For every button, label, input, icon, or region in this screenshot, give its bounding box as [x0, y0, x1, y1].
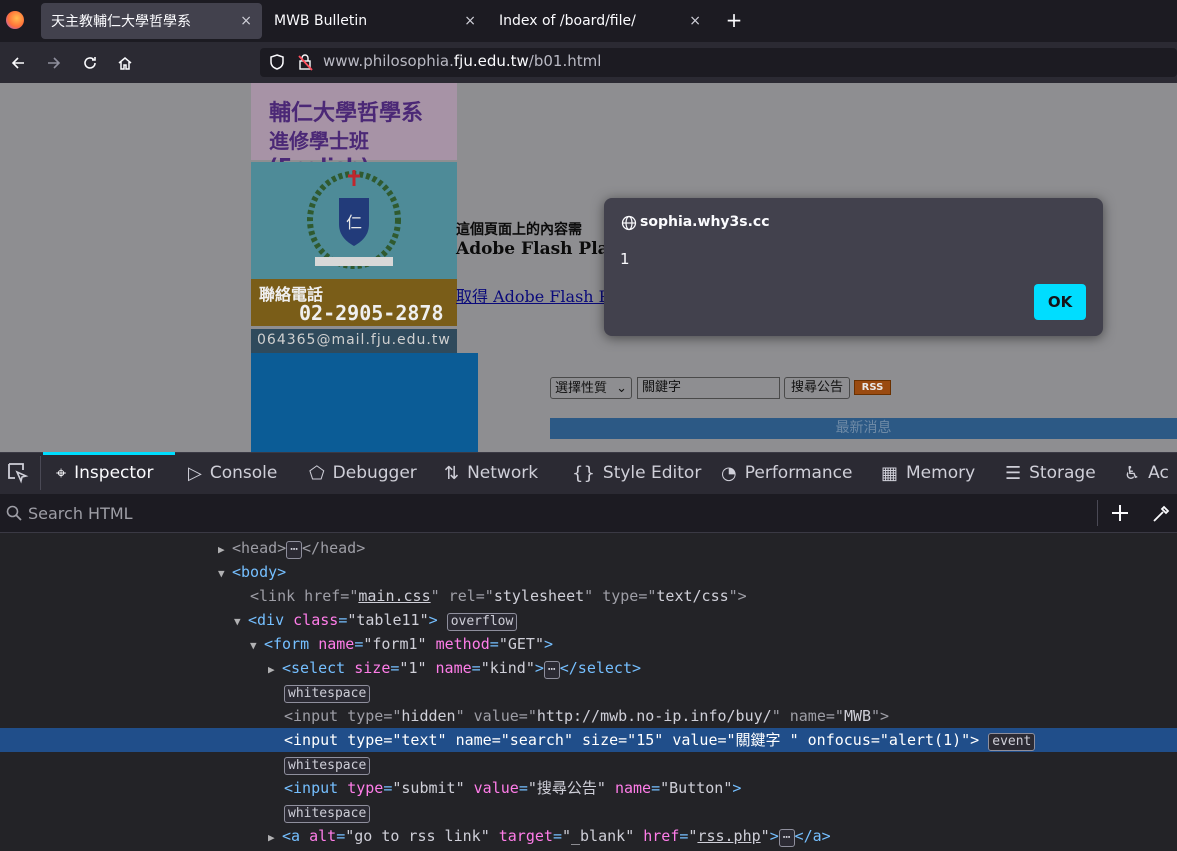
tab-network[interactable]: ⇅ Network — [444, 452, 538, 494]
tab-label: Index of /board/file/ — [499, 13, 636, 29]
accessibility-icon: ♿ — [1124, 462, 1141, 484]
expand-arrow-icon[interactable]: ▶ — [268, 826, 282, 850]
collapse-arrow-icon[interactable]: ▼ — [250, 634, 264, 658]
home-button[interactable] — [112, 50, 138, 76]
collapse-arrow-icon[interactable]: ▼ — [234, 610, 248, 634]
markup-tree: ▶ <head> ⋯ </head> ▼ <body> <link href="main… — [0, 533, 1177, 851]
tab-index-board-file[interactable]: Index of /board/file/ × — [489, 3, 711, 39]
element-picker-button[interactable] — [6, 461, 30, 489]
rss-badge[interactable]: RSS — [854, 380, 891, 395]
tree-node-div-table11[interactable]: ▼ <div class="table11"> overflow — [0, 608, 1177, 632]
ok-button[interactable]: OK — [1034, 284, 1086, 320]
element-picker-icon — [8, 463, 29, 484]
firefox-icon[interactable] — [6, 11, 24, 29]
phone-number: 02-2905-2878 — [299, 301, 444, 325]
tree-node-input-submit[interactable]: <input type="submit" value="搜尋公告" name="… — [0, 776, 1177, 800]
expand-arrow-icon[interactable]: ▶ — [268, 658, 282, 682]
close-icon[interactable]: × — [464, 13, 476, 29]
tab-debugger[interactable]: ⬠ Debugger — [309, 452, 417, 494]
inspector-icon: ⌖ — [56, 462, 67, 484]
tree-node-form[interactable]: ▼ <form name="form1" method="GET"> — [0, 632, 1177, 656]
search-input-value: 關鍵字 — [642, 380, 682, 395]
new-tab-button[interactable]: + — [724, 8, 744, 32]
search-button[interactable]: 搜尋公告 — [784, 377, 850, 399]
kind-select-value: 選擇性質 — [555, 381, 608, 396]
insecure-lock-icon[interactable] — [296, 53, 314, 75]
close-icon[interactable]: × — [689, 13, 701, 29]
chevron-down-icon: ⌄ — [616, 381, 627, 396]
tree-node-input-search-selected[interactable]: <input type="text" name="search" size="1… — [0, 728, 1177, 752]
ellipsis-badge[interactable]: ⋯ — [543, 661, 560, 679]
back-button[interactable] — [5, 50, 31, 76]
globe-icon — [621, 215, 637, 235]
get-flash-link[interactable]: 取得 Adobe Flash P — [456, 283, 609, 307]
search-html-input[interactable]: Search HTML — [28, 504, 133, 523]
console-icon: ▷ — [188, 462, 202, 484]
reload-button[interactable] — [77, 50, 103, 76]
network-icon: ⇅ — [444, 462, 460, 484]
email-text: 064365@mail.fju.edu.tw — [257, 332, 451, 348]
tab-performance[interactable]: ◔ Performance — [721, 452, 852, 494]
tab-console[interactable]: ▷ Console — [188, 452, 277, 494]
dialog-origin: sophia.why3s.cc — [640, 214, 770, 230]
svg-text:仁: 仁 — [346, 213, 362, 232]
flash-name: Adobe Flash Play — [456, 239, 619, 259]
performance-icon: ◔ — [721, 462, 737, 484]
search-input[interactable]: 關鍵字 — [637, 377, 780, 399]
ellipsis-badge[interactable]: ⋯ — [778, 829, 795, 847]
html-search-row — [0, 494, 1177, 533]
close-icon[interactable]: × — [240, 13, 252, 29]
banner: 輔仁大學哲學系 進修學士班(English) — [251, 83, 457, 178]
style-editor-icon: {} — [572, 462, 595, 484]
email-box: 064365@mail.fju.edu.tw — [251, 329, 457, 353]
tree-node-whitespace[interactable]: whitespace — [0, 752, 1177, 776]
arrow-right-icon — [48, 57, 61, 69]
tab-style-editor[interactable]: {} Style Editor — [572, 452, 701, 494]
kind-select[interactable]: 選擇性質 ⌄ — [550, 377, 632, 399]
tab-mwb-bulletin[interactable]: MWB Bulletin × — [264, 3, 486, 39]
tree-node-select[interactable]: ▶ <select size="1" name="kind"> ⋯ </select> — [0, 656, 1177, 680]
arrow-left-icon — [11, 57, 24, 69]
tab-label: 天主教輔仁大學哲學系 — [51, 14, 191, 30]
expand-arrow-icon[interactable]: ▶ — [218, 538, 232, 562]
home-icon — [118, 57, 132, 70]
tree-node-link[interactable]: <link href="main.css" rel="stylesheet" t… — [0, 584, 1177, 608]
overflow-badge[interactable]: overflow — [446, 613, 518, 631]
alert-dialog: sophia.why3s.cc 1 OK — [604, 198, 1103, 336]
debugger-icon: ⬠ — [309, 462, 325, 484]
tree-node-input-hidden[interactable]: <input type="hidden" value="http://mwb.n… — [0, 704, 1177, 728]
tab-philosophy[interactable]: 天主教輔仁大學哲學系 × — [41, 3, 262, 39]
tab-inspector[interactable]: ⌖ Inspector — [56, 452, 153, 494]
shield-icon[interactable] — [268, 53, 286, 75]
memory-icon: ▦ — [881, 462, 899, 484]
contact-box: 聯絡電話 02-2905-2878 — [251, 279, 457, 326]
tab-accessibility[interactable]: ♿ Ac — [1124, 452, 1169, 494]
collapse-arrow-icon[interactable]: ▼ — [218, 562, 232, 586]
tree-node-a-rss[interactable]: ▶ <a alt="go to rss link" target="_blank"… — [0, 824, 1177, 848]
forward-button[interactable] — [41, 50, 67, 76]
eyedropper-icon — [1153, 505, 1170, 522]
tab-storage[interactable]: ☰ Storage — [1005, 452, 1096, 494]
tree-node-body[interactable]: ▼ <body> — [0, 560, 1177, 584]
eyedropper-button[interactable] — [1150, 503, 1172, 529]
banner-line-1: 輔仁大學哲學系 — [269, 101, 424, 126]
university-emblem: 仁 — [251, 162, 457, 279]
tab-memory[interactable]: ▦ Memory — [881, 452, 975, 494]
search-icon — [6, 505, 22, 525]
ellipsis-badge[interactable]: ⋯ — [286, 541, 303, 559]
tab-label: MWB Bulletin — [274, 13, 368, 29]
flash-message: 這個頁面上的內容需 — [456, 222, 582, 238]
tree-node-whitespace[interactable]: whitespace — [0, 680, 1177, 704]
side-block — [251, 353, 478, 452]
url-text[interactable]: www.philosophia.fju.edu.tw/b01.html — [323, 52, 601, 70]
storage-icon: ☰ — [1005, 462, 1022, 484]
reload-icon — [84, 57, 96, 69]
event-badge[interactable]: event — [988, 733, 1036, 751]
plus-icon — [1112, 505, 1128, 521]
news-header: 最新消息 — [550, 418, 1177, 439]
add-node-button[interactable] — [1109, 502, 1131, 528]
tree-node-whitespace[interactable]: whitespace — [0, 800, 1177, 824]
tree-node-head[interactable]: ▶ <head> ⋯ </head> — [0, 536, 1177, 560]
dialog-message: 1 — [620, 250, 630, 268]
